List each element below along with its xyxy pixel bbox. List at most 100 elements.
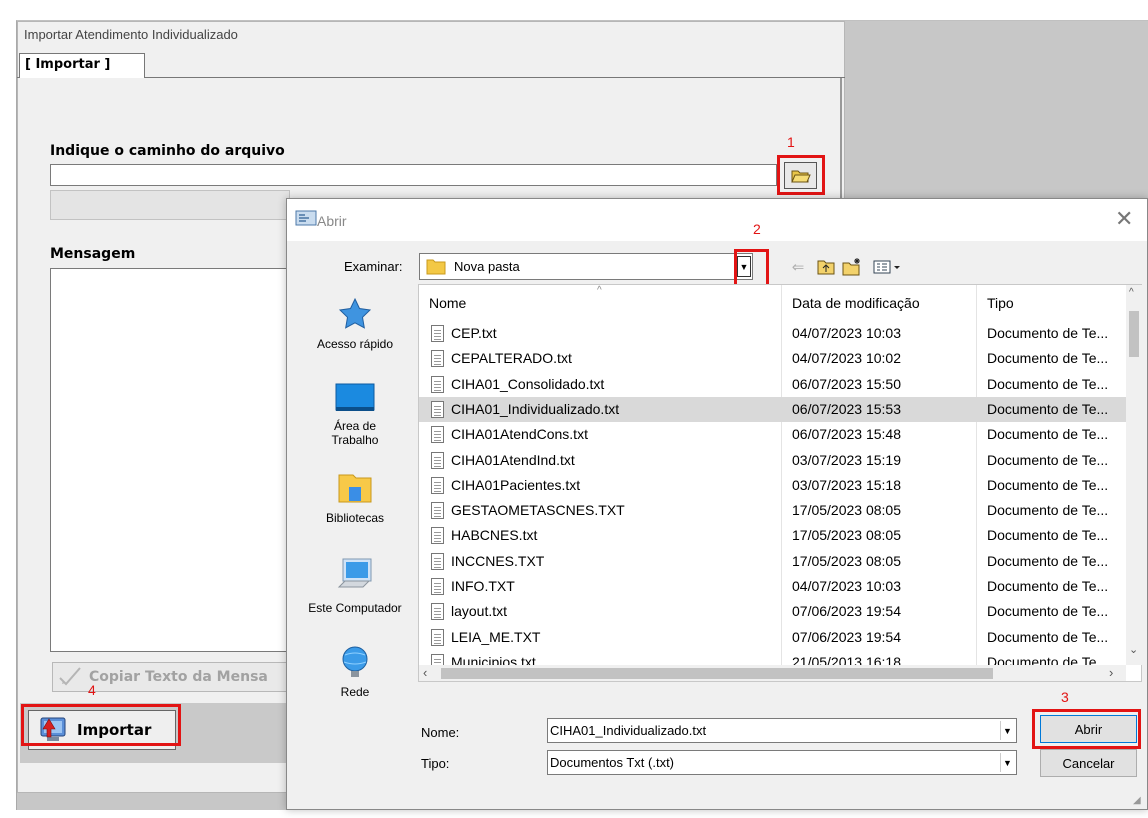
text-file-icon	[431, 325, 444, 342]
file-row[interactable]: CEPALTERADO.txt 04/07/2023 10:02 Documento…	[419, 346, 1127, 371]
computer-icon	[337, 558, 372, 588]
file-list[interactable]: Nome ^ Data de modificação Tipo CEP.txt 0…	[418, 284, 1142, 682]
vertical-scroll-thumb[interactable]	[1129, 311, 1139, 357]
file-name: INCCNES.TXT	[451, 552, 545, 569]
file-name: layout.txt	[451, 603, 508, 620]
place-este-computador[interactable]: Este Computador	[299, 557, 411, 615]
folder-icon	[426, 259, 446, 275]
file-name: HABCNES.txt	[451, 527, 538, 544]
scroll-up-icon[interactable]: ^	[1129, 287, 1134, 298]
place-rede[interactable]: Rede	[299, 643, 411, 699]
column-header-type[interactable]: Tipo	[987, 295, 1014, 311]
file-date: 17/05/2023 08:05	[792, 552, 901, 569]
chevron-down-icon[interactable]: ▼	[1000, 753, 1014, 772]
file-type: Documento de Te...	[987, 426, 1109, 443]
file-name: GESTAOMETASCNES.TXT	[451, 502, 625, 519]
filename-combobox[interactable]: CIHA01_Individualizado.txt ▼	[547, 718, 1017, 743]
chevron-down-icon[interactable]: ▼	[737, 256, 751, 277]
current-folder-name: Nova pasta	[454, 259, 520, 274]
file-date: 07/06/2023 19:54	[792, 603, 901, 620]
column-header-name[interactable]: Nome	[429, 295, 466, 311]
filetype-value: Documentos Txt (.txt)	[550, 755, 675, 770]
file-row[interactable]: CIHA01_Individualizado.txt 06/07/2023 15:…	[419, 396, 1127, 422]
file-row[interactable]: INFO.TXT 04/07/2023 10:03 Documento de Te.…	[419, 574, 1127, 599]
back-arrow-icon[interactable]: ⇐	[787, 257, 809, 277]
main-window-title: Importar Atendimento Individualizado	[24, 27, 238, 42]
file-row[interactable]: CIHA01AtendInd.txt 03/07/2023 15:19 Docume…	[419, 448, 1127, 473]
copy-button-label: Copiar Texto da Mensa	[89, 669, 268, 685]
place-area-de-trabalho[interactable]: Área de Trabalho	[299, 383, 411, 447]
file-type: Documento de Te...	[987, 502, 1109, 519]
browse-folder-button[interactable]	[784, 162, 817, 189]
resize-grip-icon[interactable]: ◢	[1133, 795, 1141, 806]
file-date: 04/07/2023 10:03	[792, 325, 901, 341]
place-bibliotecas[interactable]: Bibliotecas	[299, 471, 411, 525]
file-type: Documento de Te...	[987, 578, 1109, 594]
file-type: Documento de Te...	[987, 400, 1109, 417]
star-icon	[338, 297, 372, 329]
importar-button[interactable]: Importar	[28, 710, 176, 750]
examinar-dropdown[interactable]: Nova pasta	[419, 253, 753, 280]
place-label: Acesso rápido	[316, 337, 394, 351]
filename-value: CIHA01_Individualizado.txt	[550, 723, 707, 738]
view-menu-icon[interactable]	[871, 257, 905, 277]
scroll-left-icon[interactable]: ‹	[423, 665, 427, 680]
pencil-check-icon	[59, 667, 81, 686]
sort-caret-icon: ^	[597, 285, 602, 296]
file-row[interactable]: layout.txt 07/06/2023 19:54 Documento de T…	[419, 599, 1127, 624]
file-row[interactable]: GESTAOMETASCNES.TXT 17/05/2023 08:05 Docum…	[419, 498, 1127, 523]
dialog-app-icon	[295, 210, 317, 226]
file-row[interactable]: INCCNES.TXT 17/05/2023 08:05 Documento de …	[419, 549, 1127, 574]
file-row[interactable]: CIHA01AtendCons.txt 06/07/2023 15:48 Docum…	[419, 422, 1127, 447]
step2-marker: 2	[753, 221, 761, 237]
file-name: CEP.txt	[451, 325, 497, 341]
places-bar: Acesso rápido Área de Trabalho Bibliotec…	[299, 291, 411, 699]
tipo-label: Tipo:	[421, 756, 450, 771]
file-name: CIHA01Pacientes.txt	[451, 476, 581, 493]
file-date: 03/07/2023 15:19	[792, 451, 901, 468]
text-file-icon	[431, 375, 444, 393]
horizontal-scroll-thumb[interactable]	[441, 668, 993, 679]
text-file-icon	[431, 451, 444, 469]
network-icon	[342, 646, 368, 677]
step1-marker: 1	[787, 134, 795, 150]
open-folder-icon	[790, 170, 811, 182]
scroll-down-icon[interactable]: ⌄	[1129, 643, 1138, 656]
step4-marker: 4	[88, 682, 96, 698]
text-file-icon	[431, 400, 444, 418]
file-row[interactable]: HABCNES.txt 17/05/2023 08:05 Documento de …	[419, 523, 1127, 548]
column-header-date[interactable]: Data de modificação	[792, 295, 920, 311]
examinar-label: Examinar:	[344, 259, 403, 274]
file-row[interactable]: CEP.txt 04/07/2023 10:03 Documento de Te..…	[419, 321, 1127, 346]
cancelar-button[interactable]: Cancelar	[1040, 749, 1137, 777]
place-label: Este Computador	[308, 601, 402, 615]
file-row[interactable]: LEIA_ME.TXT 07/06/2023 19:54 Documento de …	[419, 625, 1127, 650]
dialog-title-bar	[287, 199, 1147, 241]
place-label: Área de Trabalho	[331, 419, 379, 447]
horizontal-scrollbar[interactable]: ‹ ›	[419, 665, 1126, 681]
abrir-button[interactable]: Abrir	[1040, 715, 1137, 743]
chevron-down-icon[interactable]: ▼	[1000, 721, 1014, 740]
file-row[interactable]: CIHA01_Consolidado.txt 06/07/2023 15:50 Do…	[419, 372, 1127, 397]
new-folder-icon[interactable]	[841, 257, 863, 277]
file-date: 06/07/2023 15:53	[792, 400, 901, 417]
file-date: 06/07/2023 15:50	[792, 375, 901, 392]
up-folder-icon[interactable]	[815, 257, 837, 277]
scroll-right-icon[interactable]: ›	[1109, 665, 1113, 680]
tab-importar[interactable]: [ Importar ]	[19, 53, 145, 78]
text-file-icon	[431, 628, 444, 646]
vertical-scrollbar[interactable]: ^ ⌄	[1126, 285, 1142, 665]
file-date: 04/07/2023 10:03	[792, 578, 901, 594]
cancelar-button-label: Cancelar	[1062, 755, 1115, 771]
file-row[interactable]: CIHA01Pacientes.txt 03/07/2023 15:18 Docum…	[419, 473, 1127, 498]
file-name: CIHA01_Individualizado.txt	[451, 400, 620, 417]
place-acesso-rapido[interactable]: Acesso rápido	[299, 297, 411, 351]
message-textarea[interactable]	[50, 268, 290, 652]
filetype-combobox[interactable]: Documentos Txt (.txt) ▼	[547, 750, 1017, 775]
file-type: Documento de Te...	[987, 552, 1109, 569]
text-file-icon	[431, 350, 444, 368]
text-file-icon	[431, 502, 444, 520]
path-label: Indique o caminho do arquivo	[50, 143, 285, 159]
close-icon[interactable]: ✕	[1115, 207, 1133, 232]
path-input[interactable]	[50, 164, 777, 186]
